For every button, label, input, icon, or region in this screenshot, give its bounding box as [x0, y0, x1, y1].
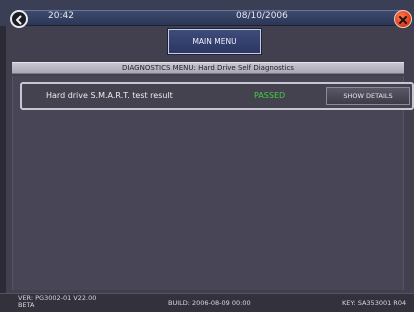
- diagnostics-screen: 20:42 08/10/2006 MAIN MENU DIAGNOSTICS M…: [0, 0, 414, 312]
- back-arrow-icon: [14, 10, 24, 29]
- smart-test-result-row: Hard drive S.M.A.R.T. test result PASSED…: [20, 82, 414, 110]
- back-button[interactable]: [10, 10, 28, 28]
- result-label: Hard drive S.M.A.R.T. test result: [46, 91, 173, 100]
- footer-bar: VER: PG3002-01 V22.00 BETA BUILD: 2006-0…: [0, 293, 414, 312]
- key-info: KEY: SA353001 R04: [342, 299, 407, 307]
- main-menu-button[interactable]: MAIN MENU: [168, 29, 261, 54]
- clock-time: 20:42: [48, 11, 74, 21]
- diagnostics-title-bar: DIAGNOSTICS MENU: Hard Drive Self Diagno…: [12, 62, 404, 74]
- close-button[interactable]: [394, 10, 412, 28]
- result-status-badge: PASSED: [254, 91, 286, 100]
- screen-bezel: [0, 0, 6, 312]
- status-strip: [18, 10, 404, 26]
- close-x-icon: [398, 10, 408, 29]
- clock-date: 08/10/2006: [236, 11, 288, 21]
- show-details-button[interactable]: SHOW DETAILS: [326, 87, 410, 105]
- version-info: VER: PG3002-01 V22.00 BETA: [18, 294, 97, 309]
- build-info: BUILD: 2006-08-09 00:00: [168, 299, 251, 307]
